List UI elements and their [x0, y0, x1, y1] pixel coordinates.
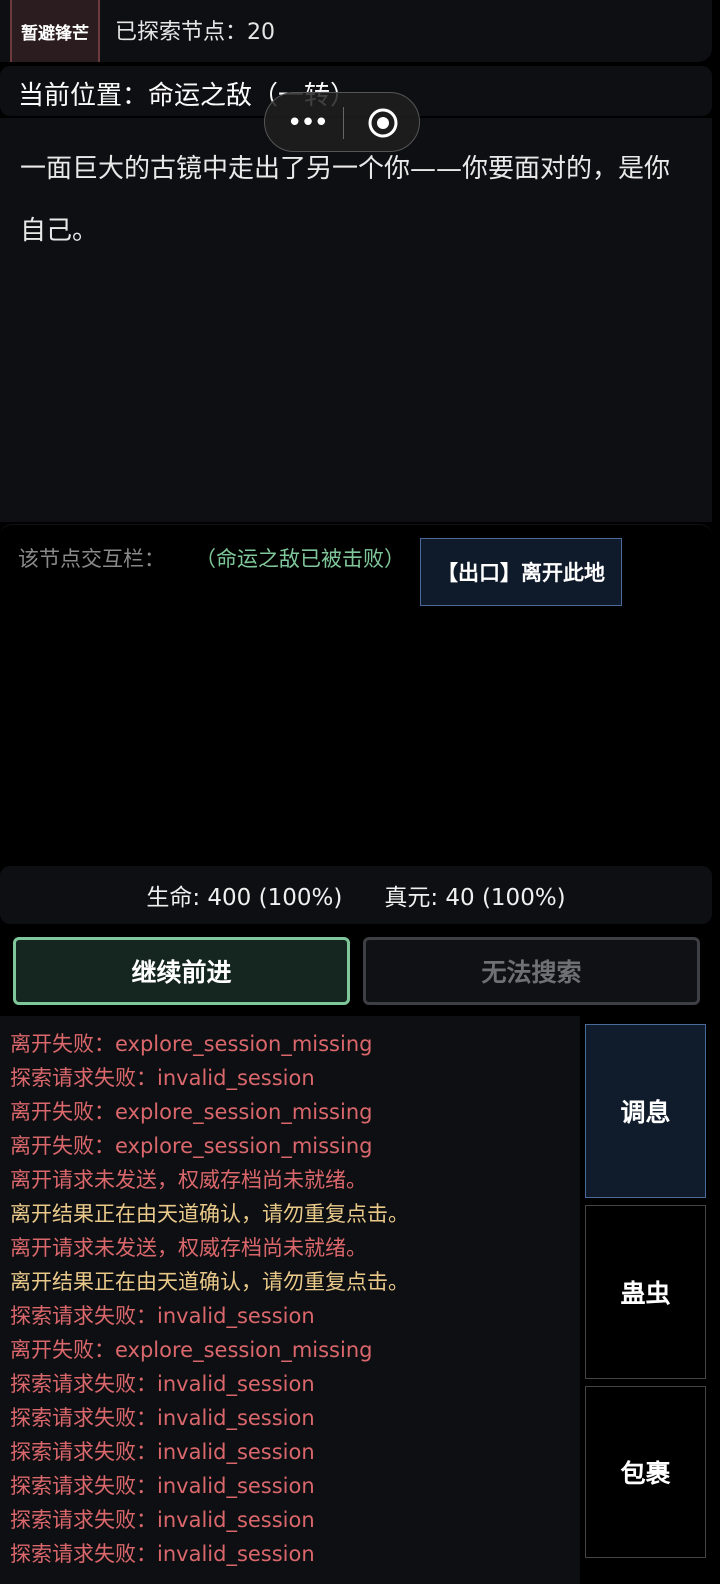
interaction-panel: 该节点交互栏： （命运之敌已被击败） 【出口】离开此地 [0, 524, 712, 863]
gu-button[interactable]: 蛊虫 [585, 1205, 706, 1379]
interaction-status: （命运之敌已被击败） [195, 547, 405, 571]
log-line: 离开请求未发送，权威存档尚未就绪。 [10, 1236, 367, 1260]
log-line: 探索请求失败：invalid_session [10, 1304, 315, 1328]
mp-stat: 真元: 40 (100%) [384, 885, 566, 911]
log-line: 探索请求失败：invalid_session [10, 1406, 315, 1430]
top-bar: 暂避锋芒 已探索节点：20 [0, 0, 712, 62]
log-line: 离开结果正在由天道确认，请勿重复点击。 [10, 1202, 409, 1226]
log-line: 离开失败：explore_session_missing [10, 1134, 373, 1158]
capsule-divider [343, 107, 344, 139]
log-line: 探索请求失败：invalid_session [10, 1474, 315, 1498]
evade-button[interactable]: 暂避锋芒 [10, 0, 100, 62]
stats-bar: 生命: 400 (100%) 真元: 40 (100%) [0, 866, 712, 924]
mini-program-capsule: ••• [264, 92, 420, 152]
log-line: 探索请求失败：invalid_session [10, 1542, 315, 1566]
log-line: 离开失败：explore_session_missing [10, 1100, 373, 1124]
message-log[interactable]: 离开失败：explore_session_missing 探索请求失败：inva… [0, 1016, 580, 1584]
continue-forward-button[interactable]: 继续前进 [13, 937, 350, 1005]
log-line: 探索请求失败：invalid_session [10, 1372, 315, 1396]
explored-count: 已探索节点：20 [115, 20, 275, 45]
log-line: 离开失败：explore_session_missing [10, 1032, 373, 1056]
log-line: 离开结果正在由天道确认，请勿重复点击。 [10, 1270, 409, 1294]
exit-button[interactable]: 【出口】离开此地 [420, 538, 622, 606]
bag-button[interactable]: 包裹 [585, 1386, 706, 1558]
interaction-label: 该节点交互栏： [18, 547, 165, 571]
log-line: 离开失败：explore_session_missing [10, 1338, 373, 1362]
log-line: 探索请求失败：invalid_session [10, 1508, 315, 1532]
hp-stat: 生命: 400 (100%) [146, 885, 343, 911]
target-circle-icon[interactable] [367, 107, 399, 139]
rest-button[interactable]: 调息 [585, 1024, 706, 1198]
more-dots-icon[interactable]: ••• [287, 103, 329, 143]
search-button[interactable]: 无法搜索 [363, 937, 700, 1005]
description-panel: 一面巨大的古镜中走出了另一个你——你要面对的，是你自己。 [0, 118, 712, 522]
log-line: 探索请求失败：invalid_session [10, 1440, 315, 1464]
game-screen: 暂避锋芒 已探索节点：20 当前位置：命运之敌（一转） 一面巨大的古镜中走出了另… [0, 0, 720, 1584]
log-line: 探索请求失败：invalid_session [10, 1066, 315, 1090]
description-text: 一面巨大的古镜中走出了另一个你——你要面对的，是你自己。 [20, 154, 671, 246]
log-line: 离开请求未发送，权威存档尚未就绪。 [10, 1168, 367, 1192]
